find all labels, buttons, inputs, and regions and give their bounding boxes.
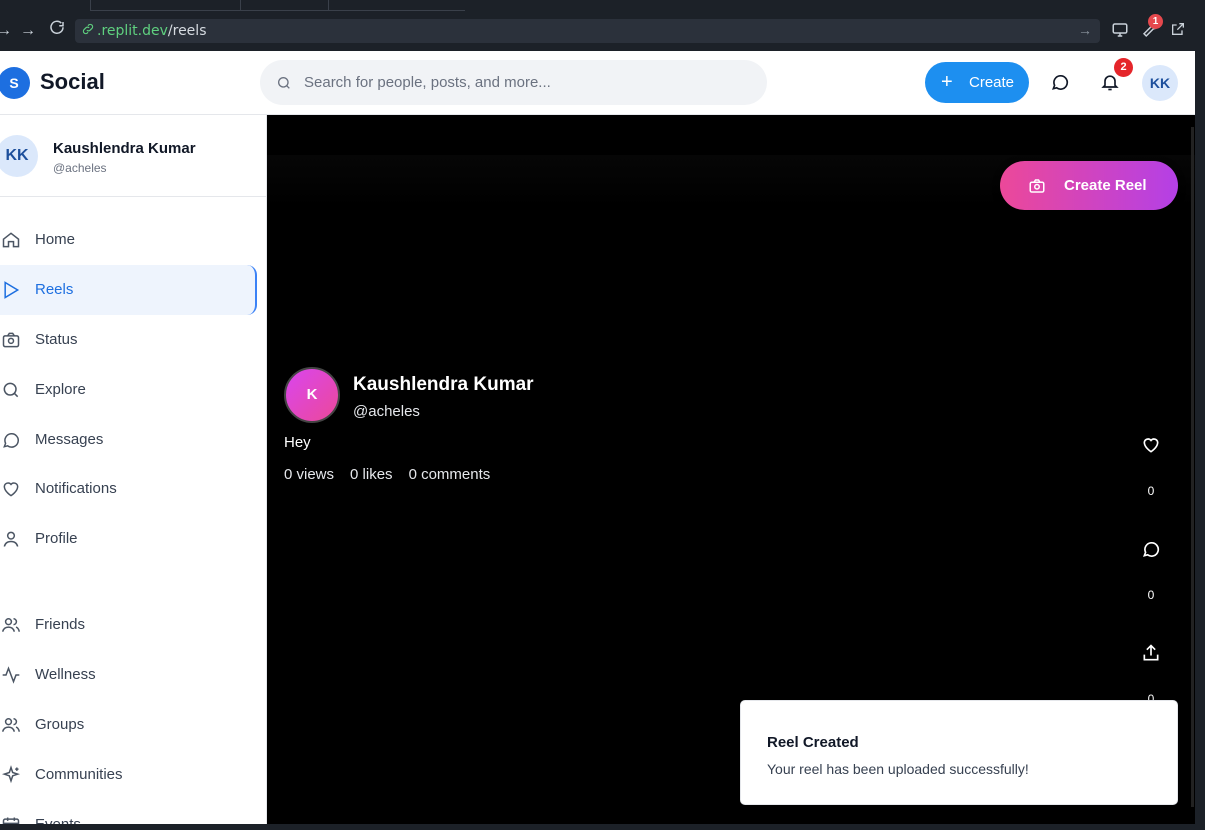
back-arrow-icon[interactable]: → (0, 21, 12, 41)
comments-count: 0 comments (408, 466, 491, 483)
search-bar[interactable] (260, 60, 767, 105)
users-icon (1, 715, 21, 740)
sidebar-item-label: Status (35, 331, 78, 348)
sidebar-item-profile[interactable]: Profile (0, 514, 257, 564)
sidebar-item-label: Friends (35, 616, 86, 633)
message-icon[interactable] (1141, 541, 1161, 563)
sidebar-item-communities[interactable]: Communities (0, 750, 257, 800)
like-action: 0 (1132, 435, 1170, 498)
camera-icon (1, 330, 21, 355)
sidebar-item-messages[interactable]: Messages (0, 415, 257, 465)
share-icon[interactable] (1141, 644, 1161, 667)
sidebar-item-reels[interactable]: Reels (0, 265, 257, 315)
reel-viewer[interactable]: Create Reel K Kaushlendra Kumar @acheles… (267, 115, 1195, 824)
sidebar-item-groups[interactable]: Groups (0, 700, 257, 750)
home-icon (1, 230, 21, 255)
camera-icon (1028, 177, 1046, 199)
reel-stats: 0 views 0 likes 0 comments (284, 466, 506, 483)
browser-tab-strip (0, 0, 1205, 11)
message-icon (1, 430, 21, 455)
calendar-icon (1, 815, 21, 824)
sidebar-item-home[interactable]: Home (0, 215, 257, 265)
users-icon (1, 615, 21, 640)
notification-badge: 2 (1114, 58, 1133, 77)
create-reel-label: Create Reel (1064, 177, 1147, 194)
external-link-icon[interactable] (1170, 21, 1186, 42)
search-input[interactable] (304, 60, 754, 105)
avatar[interactable]: KK (1142, 65, 1178, 101)
sidebar-item-label: Wellness (35, 666, 96, 683)
reload-icon[interactable] (48, 19, 66, 43)
profile-handle: @acheles (53, 161, 107, 175)
sidebar-item-friends[interactable]: Friends (0, 600, 257, 650)
url-text: .replit.dev/reels (97, 23, 207, 39)
app-name[interactable]: Social (40, 69, 105, 95)
play-icon (1, 280, 21, 305)
toast-notification[interactable]: Reel Created Your reel has been uploaded… (740, 700, 1178, 805)
sidebar-item-events[interactable]: Events (0, 800, 257, 824)
window-edge (1195, 51, 1205, 824)
sidebar: KK Kaushlendra Kumar @acheles Home Reels… (0, 115, 267, 824)
heart-icon (1, 479, 21, 504)
go-arrow-icon[interactable]: → (1078, 22, 1092, 38)
plus-icon: + (941, 71, 953, 93)
browser-tab[interactable] (328, 0, 465, 11)
search-icon (276, 75, 292, 96)
monitor-icon[interactable] (1111, 21, 1129, 44)
avatar: KK (0, 135, 38, 177)
sidebar-item-wellness[interactable]: Wellness (0, 650, 257, 700)
forward-arrow-icon[interactable]: → (20, 21, 36, 41)
sidebar-item-label: Explore (35, 381, 86, 398)
toast-message: Your reel has been uploaded successfully… (767, 761, 1029, 777)
activity-icon (1, 665, 21, 690)
comment-action: 0 (1132, 539, 1170, 602)
link-icon (81, 22, 95, 41)
create-button-label: Create (969, 74, 1015, 91)
create-reel-button[interactable]: Create Reel (1000, 161, 1178, 210)
reel-scrollbar[interactable] (1191, 127, 1194, 807)
logo-badge[interactable]: S (0, 67, 30, 99)
sidebar-item-label: Reels (35, 281, 74, 298)
create-button[interactable]: + Create (925, 62, 1029, 103)
message-icon[interactable] (1050, 72, 1070, 97)
author-name[interactable]: Kaushlendra Kumar (353, 374, 534, 396)
likes-count: 0 likes (350, 466, 393, 483)
sidebar-item-label: Events (35, 816, 81, 824)
sidebar-item-notifications[interactable]: Notifications (0, 464, 257, 514)
browser-tab[interactable] (240, 0, 328, 11)
share-action: 0 (1132, 643, 1170, 706)
bell-icon[interactable] (1100, 72, 1120, 97)
toast-title: Reel Created (767, 734, 859, 751)
browser-tab[interactable] (90, 0, 240, 11)
sidebar-item-label: Communities (35, 766, 123, 783)
sidebar-item-label: Messages (35, 431, 104, 448)
profile-card[interactable]: KK Kaushlendra Kumar @acheles (0, 115, 266, 197)
author-handle: @acheles (353, 403, 420, 420)
extension-badge: 1 (1148, 14, 1163, 29)
sidebar-item-label: Notifications (35, 480, 117, 497)
like-count: 0 (1147, 484, 1155, 498)
url-field[interactable]: .replit.dev/reels → (75, 19, 1100, 43)
sidebar-item-label: Home (35, 231, 76, 248)
app-window: S Social + Create 2 KK KK Kaushlendra Ku… (0, 51, 1195, 824)
sidebar-item-label: Groups (35, 716, 85, 733)
sidebar-item-label: Profile (35, 530, 78, 547)
sidebar-item-status[interactable]: Status (0, 315, 257, 365)
views-count: 0 views (284, 466, 335, 483)
heart-icon[interactable] (1141, 438, 1161, 459)
search-icon (1, 380, 21, 405)
comment-count: 0 (1147, 588, 1155, 602)
reel-caption: Hey (284, 434, 311, 451)
address-bar: → → .replit.dev/reels → 1 (0, 11, 1205, 51)
top-header: S Social + Create 2 KK (0, 51, 1195, 115)
user-icon (1, 529, 21, 554)
author-avatar[interactable]: K (284, 367, 340, 423)
sidebar-item-explore[interactable]: Explore (0, 365, 257, 415)
window-edge (0, 824, 1205, 830)
sparkle-icon (1, 765, 21, 790)
profile-name: Kaushlendra Kumar (53, 140, 196, 157)
